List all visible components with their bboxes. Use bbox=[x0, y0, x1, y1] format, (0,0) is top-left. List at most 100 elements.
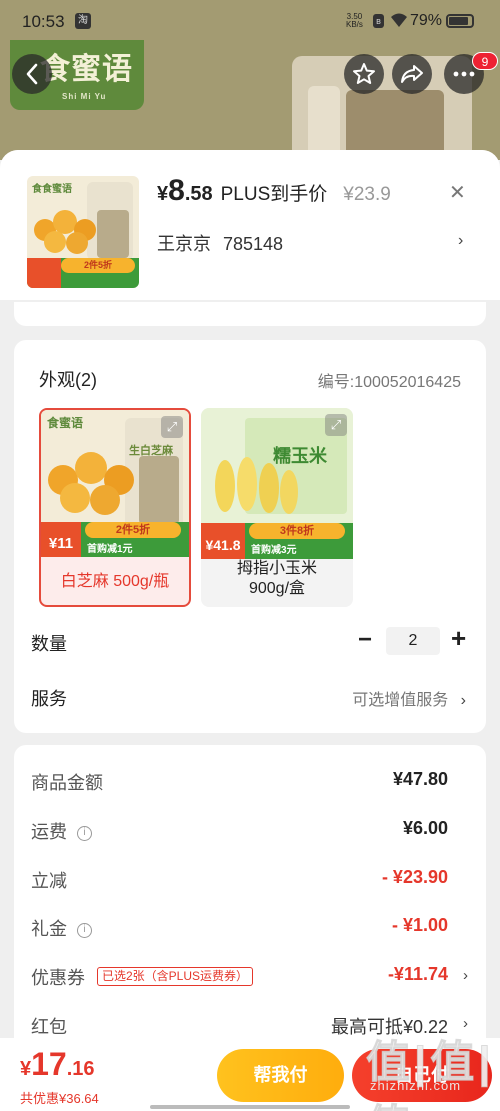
gift-money-label-wrap: 礼金 i bbox=[31, 915, 92, 941]
instant-discount-value: - ¥23.90 bbox=[381, 867, 448, 887]
variant-jar-fill bbox=[139, 456, 179, 524]
back-button[interactable] bbox=[12, 54, 52, 94]
gift-money-label: 礼金 bbox=[31, 919, 67, 939]
checkout-bar: ¥ 17 .16 共优惠¥36.64 帮我付 自己付 bbox=[0, 1038, 500, 1111]
total-yen: ¥ bbox=[20, 1058, 32, 1080]
header-card-bottom bbox=[14, 302, 486, 326]
chevron-right-icon: › bbox=[460, 692, 466, 709]
self-pay-button[interactable]: 自己付 bbox=[352, 1049, 492, 1102]
shipping-value: ¥6.00 bbox=[402, 818, 448, 838]
variant-option-thumb-corn[interactable]: 糯玉米 ¥41.8 3件8折 首购减3元 ⤢ 拇指小玉米 900g/盒 bbox=[201, 408, 353, 607]
coupon-label: 优惠券 bbox=[31, 968, 85, 988]
product-thumbnail: 食食蜜语 2件5折 bbox=[27, 176, 139, 288]
share-icon bbox=[401, 65, 423, 83]
value-added-service-link[interactable]: 可选增值服务 › bbox=[352, 686, 466, 710]
taobao-app-icon: 淘 bbox=[75, 13, 91, 29]
close-icon[interactable]: ✕ bbox=[449, 180, 466, 205]
expand-icon[interactable]: ⤢ bbox=[325, 414, 347, 436]
goods-amount-label: 商品金额 bbox=[31, 773, 103, 793]
quantity-input[interactable]: 2 bbox=[386, 627, 440, 655]
chevron-right-icon[interactable]: › bbox=[463, 967, 468, 984]
coupon-value: -¥11.74 bbox=[387, 964, 448, 984]
total-discount: 共优惠¥36.64 bbox=[20, 1091, 99, 1106]
variant-label: 拇指小玉米 900g/盒 bbox=[236, 560, 317, 597]
fee-row-red-packet[interactable]: 红包 最高可抵¥0.22 bbox=[31, 1013, 448, 1039]
fee-row-instant-discount: 立减 - ¥23.90 bbox=[31, 867, 448, 893]
quantity-label: 数量 bbox=[31, 634, 67, 654]
shipping-label: 运费 bbox=[31, 822, 67, 842]
more-dots-icon bbox=[453, 71, 475, 77]
goods-amount-value: ¥47.80 bbox=[392, 769, 448, 789]
shipping-label-wrap: 运费 i bbox=[31, 818, 92, 844]
info-icon[interactable]: i bbox=[77, 922, 92, 938]
fee-row-coupon[interactable]: 优惠券 已选2张（含PLUS运费券） -¥11.74 bbox=[31, 964, 448, 990]
red-packet-label: 红包 bbox=[31, 1017, 67, 1037]
thumb-logo: 食食蜜语 bbox=[32, 184, 72, 195]
total-decimal: .16 bbox=[66, 1058, 95, 1080]
quantity-plus-button[interactable]: + bbox=[451, 623, 466, 654]
home-indicator[interactable] bbox=[150, 1105, 350, 1109]
message-count-badge: 9 bbox=[472, 52, 498, 70]
variant-balls bbox=[47, 450, 135, 521]
coupon-selected-tag: 已选2张（含PLUS运费券） bbox=[97, 967, 254, 986]
fee-row-shipping: 运费 i ¥6.00 bbox=[31, 818, 448, 844]
status-bar: 10:53 淘 3.50 KB/s ʙ 79% bbox=[0, 0, 500, 40]
red-packet-value: 最高可抵¥0.22 bbox=[330, 1017, 448, 1037]
sheet-header: 食食蜜语 2件5折 ¥ 8 .58 PLUS到手价 ¥23.9 ✕ 王京京 785… bbox=[0, 150, 500, 300]
address-code: 785148 bbox=[223, 234, 284, 254]
variant-label: 白芝麻 500g/瓶 bbox=[60, 573, 170, 590]
delivery-address[interactable]: 王京京 785148 bbox=[157, 230, 283, 256]
service-label: 服务 bbox=[31, 689, 67, 709]
price-decimal: .58 bbox=[184, 183, 213, 205]
bluetooth-icon: ʙ bbox=[373, 14, 384, 28]
plus-price-label: PLUS到手价 bbox=[220, 184, 328, 205]
network-speed-unit: KB/s bbox=[346, 20, 363, 29]
original-price: ¥23.9 bbox=[343, 184, 391, 205]
expand-icon[interactable]: ⤢ bbox=[161, 416, 183, 438]
variant-img-title: 生白芝麻 bbox=[129, 445, 173, 457]
chevron-left-icon bbox=[26, 63, 38, 85]
chevron-right-icon[interactable]: › bbox=[463, 1015, 468, 1032]
info-icon[interactable]: i bbox=[77, 825, 92, 841]
battery-percent: 79% bbox=[410, 12, 443, 29]
variant-option-white-sesame[interactable]: 食蜜语 生白芝麻 ¥11 2件5折 首购减1元 ⤢ 白芝麻 500g/瓶 bbox=[39, 408, 191, 607]
brand-logo-sub: Shi Mi Yu bbox=[62, 92, 107, 101]
favorite-button[interactable] bbox=[344, 54, 384, 94]
variant-promo-price: ¥41.8 bbox=[201, 523, 245, 559]
thumb-promo-red bbox=[27, 258, 61, 288]
status-time: 10:53 bbox=[22, 12, 65, 31]
options-card: 外观(2) 编号:100052016425 食蜜语 生白芝麻 ¥11 2件5折 … bbox=[14, 340, 486, 733]
purchase-sheet: 食食蜜语 2件5折 ¥ 8 .58 PLUS到手价 ¥23.9 ✕ 王京京 785… bbox=[0, 150, 500, 1111]
brand-logo-text: 食蜜语 bbox=[40, 53, 133, 86]
plus-price: ¥ 8 .58 PLUS到手价 ¥23.9 bbox=[157, 174, 391, 214]
address-name: 王京京 bbox=[157, 234, 211, 254]
help-me-pay-button[interactable]: 帮我付 bbox=[217, 1049, 344, 1102]
variant-promo-sub: 首购减1元 bbox=[87, 544, 133, 555]
thumb-jar-fill bbox=[97, 210, 129, 258]
network-speed: 3.50 KB/s bbox=[346, 13, 363, 29]
variant-promo-price: ¥11 bbox=[41, 522, 81, 557]
variant-promo-main: 2件5折 bbox=[85, 522, 181, 538]
share-button[interactable] bbox=[392, 54, 432, 94]
thumb-promo-label: 2件5折 bbox=[61, 258, 135, 273]
chevron-right-icon[interactable]: › bbox=[458, 232, 463, 250]
service-option-text: 可选增值服务 bbox=[352, 692, 449, 709]
wifi-icon bbox=[390, 12, 408, 33]
battery-icon bbox=[446, 14, 474, 28]
appearance-title: 外观(2) bbox=[39, 370, 97, 390]
variant-logo: 食蜜语 bbox=[47, 416, 84, 430]
star-icon bbox=[353, 63, 375, 84]
quantity-minus-button[interactable]: − bbox=[358, 626, 372, 654]
total-integer: 17 bbox=[31, 1046, 67, 1082]
price-integer: 8 bbox=[168, 174, 185, 207]
variant-promo-main: 3件8折 bbox=[249, 523, 345, 539]
fee-row-goods: 商品金额 ¥47.80 bbox=[31, 769, 448, 795]
fee-row-gift-money: 礼金 i - ¥1.00 bbox=[31, 915, 448, 941]
variant-corn bbox=[205, 456, 301, 525]
variant-promo-sub: 首购减3元 bbox=[251, 545, 297, 556]
price-yen: ¥ bbox=[157, 183, 169, 205]
product-code: 编号:100052016425 bbox=[317, 374, 461, 391]
total-price: ¥ 17 .16 bbox=[20, 1046, 95, 1083]
thumb-balls bbox=[33, 208, 99, 259]
gift-money-value: - ¥1.00 bbox=[391, 915, 448, 935]
